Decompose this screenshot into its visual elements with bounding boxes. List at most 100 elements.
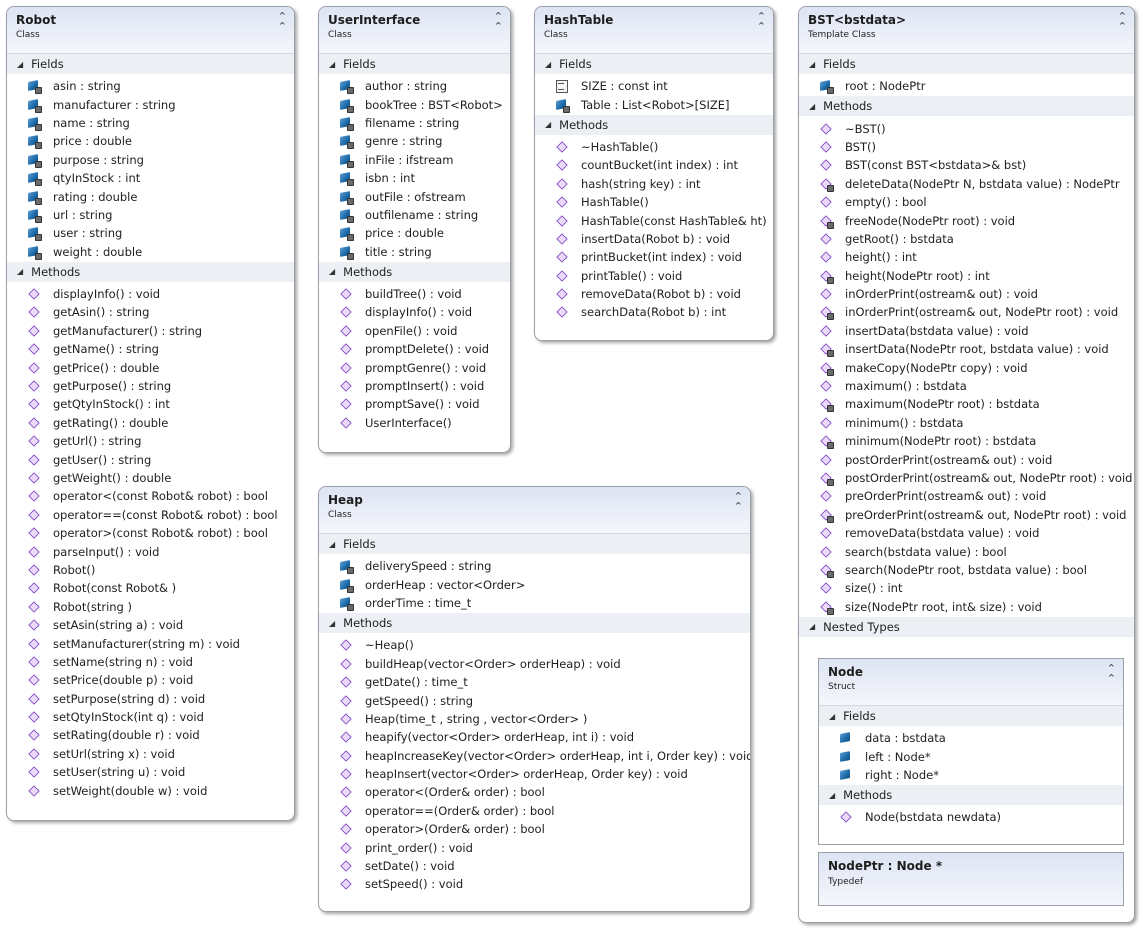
- method-row[interactable]: countBucket(int index) : int: [535, 156, 773, 174]
- field-row[interactable]: outFile : ofstream: [319, 187, 510, 205]
- field-row[interactable]: inFile : ifstream: [319, 151, 510, 169]
- method-row[interactable]: insertData(NodePtr root, bstdata value) …: [799, 340, 1134, 358]
- triangle-down-icon[interactable]: ◢: [545, 60, 551, 69]
- class-header[interactable]: BST<bstdata> Template Class ⌃ ⌃: [799, 7, 1134, 54]
- nested-types-section-header[interactable]: ◢ Nested Types: [799, 616, 1134, 637]
- field-row[interactable]: asin : string: [7, 77, 294, 95]
- method-row[interactable]: getPurpose() : string: [7, 377, 294, 395]
- method-row[interactable]: getName() : string: [7, 340, 294, 358]
- method-row[interactable]: printBucket(int index) : void: [535, 248, 773, 266]
- method-row[interactable]: setDate() : void: [319, 857, 750, 875]
- method-row[interactable]: getSpeed() : string: [319, 691, 750, 709]
- method-row[interactable]: height(NodePtr root) : int: [799, 267, 1134, 285]
- double-chevron-up-icon[interactable]: ⌃ ⌃: [494, 11, 503, 32]
- double-chevron-up-icon[interactable]: ⌃ ⌃: [278, 11, 287, 32]
- fields-section-header[interactable]: ◢ Fields: [319, 54, 510, 74]
- method-row[interactable]: insertData(Robot b) : void: [535, 230, 773, 248]
- field-row[interactable]: orderHeap : vector<Order>: [319, 575, 750, 593]
- method-row[interactable]: empty() : bool: [799, 193, 1134, 211]
- field-row[interactable]: weight : double: [7, 243, 294, 261]
- method-row[interactable]: setPurpose(string d) : void: [7, 690, 294, 708]
- method-row[interactable]: postOrderPrint(ostream& out) : void: [799, 450, 1134, 468]
- method-row[interactable]: getDate() : time_t: [319, 673, 750, 691]
- method-row[interactable]: operator==(Order& order) : bool: [319, 802, 750, 820]
- field-row[interactable]: right : Node*: [819, 766, 1123, 784]
- fields-section-header[interactable]: ◢ Fields: [799, 54, 1134, 74]
- methods-section-header[interactable]: ◢ Methods: [7, 261, 294, 282]
- class-header[interactable]: HashTable Class ⌃ ⌃: [535, 7, 773, 54]
- method-row[interactable]: heapInsert(vector<Order> orderHeap, Orde…: [319, 765, 750, 783]
- method-row[interactable]: getAsin() : string: [7, 303, 294, 321]
- method-row[interactable]: height() : int: [799, 248, 1134, 266]
- field-row[interactable]: purpose : string: [7, 151, 294, 169]
- fields-section-header[interactable]: ◢ Fields: [535, 54, 773, 74]
- class-box-bst[interactable]: BST<bstdata> Template Class ⌃ ⌃ ◢ Fields r…: [798, 6, 1135, 923]
- method-row[interactable]: promptGenre() : void: [319, 358, 510, 376]
- methods-section-header[interactable]: ◢ Methods: [535, 114, 773, 135]
- method-row[interactable]: Node(bstdata newdata): [819, 808, 1123, 826]
- double-chevron-up-icon[interactable]: ⌃ ⌃: [1118, 11, 1127, 32]
- method-row[interactable]: setRating(double r) : void: [7, 726, 294, 744]
- method-row[interactable]: freeNode(NodePtr root) : void: [799, 211, 1134, 229]
- method-row[interactable]: removeData(Robot b) : void: [535, 285, 773, 303]
- field-row[interactable]: outfilename : string: [319, 206, 510, 224]
- method-row[interactable]: heapIncreaseKey(vector<Order> orderHeap,…: [319, 747, 750, 765]
- method-row[interactable]: ~HashTable(): [535, 138, 773, 156]
- method-row[interactable]: getRating() : double: [7, 414, 294, 432]
- method-row[interactable]: operator>(const Robot& robot) : bool: [7, 524, 294, 542]
- field-row[interactable]: manufacturer : string: [7, 95, 294, 113]
- method-row[interactable]: operator>(Order& order) : bool: [319, 820, 750, 838]
- method-row[interactable]: setUrl(string x) : void: [7, 745, 294, 763]
- field-row[interactable]: left : Node*: [819, 747, 1123, 765]
- triangle-down-icon[interactable]: ◢: [809, 102, 815, 111]
- method-row[interactable]: UserInterface(): [319, 414, 510, 432]
- method-row[interactable]: setSpeed() : void: [319, 875, 750, 893]
- field-row[interactable]: price : double: [7, 132, 294, 150]
- methods-section-header[interactable]: ◢ Methods: [319, 261, 510, 282]
- class-box-robot[interactable]: Robot Class ⌃ ⌃ ◢ Fields asin : string man…: [6, 6, 295, 821]
- class-box-heap[interactable]: Heap Class ⌃ ⌃ ◢ Fields deliverySpeed : st…: [318, 486, 751, 912]
- method-row[interactable]: getUser() : string: [7, 450, 294, 468]
- method-row[interactable]: Robot(string ): [7, 598, 294, 616]
- double-chevron-up-icon[interactable]: ⌃ ⌃: [1107, 663, 1116, 684]
- method-row[interactable]: operator==(const Robot& robot) : bool: [7, 506, 294, 524]
- methods-section-header[interactable]: ◢ Methods: [319, 613, 750, 634]
- field-row[interactable]: filename : string: [319, 114, 510, 132]
- double-chevron-up-icon[interactable]: ⌃ ⌃: [757, 11, 766, 32]
- method-row[interactable]: insertData(bstdata value) : void: [799, 322, 1134, 340]
- method-row[interactable]: inOrderPrint(ostream& out, NodePtr root)…: [799, 303, 1134, 321]
- method-row[interactable]: maximum(NodePtr root) : bstdata: [799, 395, 1134, 413]
- method-row[interactable]: setWeight(double w) : void: [7, 781, 294, 799]
- class-box-hashtable[interactable]: HashTable Class ⌃ ⌃ ◢ Fields SIZE : const …: [534, 6, 774, 341]
- nested-struct-node[interactable]: Node Struct ⌃ ⌃ ◢ Fields data : bstdata le…: [818, 658, 1124, 845]
- method-row[interactable]: getPrice() : double: [7, 358, 294, 376]
- method-row[interactable]: operator<(Order& order) : bool: [319, 783, 750, 801]
- method-row[interactable]: setPrice(double p) : void: [7, 671, 294, 689]
- method-row[interactable]: print_order() : void: [319, 838, 750, 856]
- triangle-down-icon[interactable]: ◢: [809, 60, 815, 69]
- method-row[interactable]: search(bstdata value) : bool: [799, 542, 1134, 560]
- method-row[interactable]: ~BST(): [799, 119, 1134, 137]
- method-row[interactable]: search(NodePtr root, bstdata value) : bo…: [799, 561, 1134, 579]
- field-row[interactable]: root : NodePtr: [799, 77, 1134, 95]
- method-row[interactable]: setQtyInStock(int q) : void: [7, 708, 294, 726]
- method-row[interactable]: parseInput() : void: [7, 542, 294, 560]
- method-row[interactable]: BST(): [799, 138, 1134, 156]
- class-header[interactable]: UserInterface Class ⌃ ⌃: [319, 7, 510, 54]
- field-row[interactable]: user : string: [7, 224, 294, 242]
- double-chevron-up-icon[interactable]: ⌃ ⌃: [734, 491, 743, 512]
- class-header[interactable]: Heap Class ⌃ ⌃: [319, 487, 750, 534]
- method-row[interactable]: HashTable(const HashTable& ht): [535, 211, 773, 229]
- method-row[interactable]: maximum() : bstdata: [799, 377, 1134, 395]
- method-row[interactable]: getWeight() : double: [7, 469, 294, 487]
- method-row[interactable]: getRoot() : bstdata: [799, 230, 1134, 248]
- triangle-down-icon[interactable]: ◢: [329, 540, 335, 549]
- methods-section-header[interactable]: ◢ Methods: [819, 785, 1123, 806]
- field-row[interactable]: orderTime : time_t: [319, 594, 750, 612]
- method-row[interactable]: setManufacturer(string m) : void: [7, 634, 294, 652]
- method-row[interactable]: operator<(const Robot& robot) : bool: [7, 487, 294, 505]
- method-row[interactable]: preOrderPrint(ostream& out, NodePtr root…: [799, 506, 1134, 524]
- triangle-down-icon[interactable]: ◢: [17, 267, 23, 276]
- method-row[interactable]: minimum() : bstdata: [799, 414, 1134, 432]
- method-row[interactable]: setName(string n) : void: [7, 653, 294, 671]
